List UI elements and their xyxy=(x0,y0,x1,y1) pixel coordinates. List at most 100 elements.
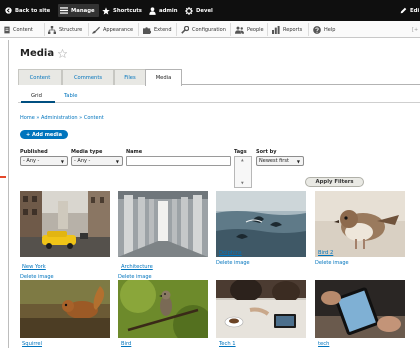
wrench-icon xyxy=(181,25,189,34)
manage-tab[interactable]: Manage xyxy=(58,4,99,17)
media-thumbnail-dolphins[interactable] xyxy=(216,191,306,257)
add-media-button[interactable]: + Add media xyxy=(20,130,68,139)
star-icon xyxy=(102,6,110,15)
document-icon xyxy=(4,26,10,34)
scroll-down-icon: ▼ xyxy=(241,181,244,185)
tray-edge-label: [+ xyxy=(412,26,419,33)
back-to-site-label: Back to site xyxy=(15,7,51,14)
tray-item-help[interactable]: Help xyxy=(313,24,335,35)
tags-select[interactable]: ▲ ▼ xyxy=(234,156,252,188)
chevron-down-icon: ▼ xyxy=(115,159,119,164)
tray-item-reports[interactable]: Reports xyxy=(272,24,302,35)
bar-chart-icon xyxy=(272,25,280,34)
media-thumbnail-tech-1[interactable] xyxy=(216,280,306,346)
shortcut-star-icon[interactable] xyxy=(58,49,68,58)
media-thumbnail-tech[interactable] xyxy=(315,280,405,346)
tab-content-label: Content xyxy=(29,74,51,81)
tray-label-extend: Extend xyxy=(154,26,172,33)
name-filter-label: Name xyxy=(126,149,143,155)
devel-label: Devel xyxy=(196,7,213,14)
tab-comments-label: Comments xyxy=(73,74,103,81)
user-label: admin xyxy=(159,7,178,14)
left-accent-marker xyxy=(0,176,6,178)
chevron-down-icon: ▼ xyxy=(60,159,64,164)
puzzle-icon xyxy=(143,26,151,34)
tray-item-structure[interactable]: Structure xyxy=(48,24,82,35)
help-icon xyxy=(313,25,321,34)
tab-table[interactable]: Table xyxy=(64,93,77,99)
tray-label-reports: Reports xyxy=(283,26,303,33)
tray-item-content[interactable]: Content xyxy=(4,24,33,35)
media-title-bird[interactable]: Bird xyxy=(121,341,131,347)
media-type-select[interactable]: - Any - ▼ xyxy=(71,156,123,166)
media-title-bird-2[interactable]: Bird 2 xyxy=(318,250,333,256)
tab-media-label: Media xyxy=(155,75,172,81)
back-to-site-link[interactable]: Back to site xyxy=(5,4,50,17)
tray-item-extend[interactable]: Extend xyxy=(143,24,172,35)
tray-separator xyxy=(230,23,231,36)
tray-separator xyxy=(267,23,268,36)
paintbrush-icon xyxy=(92,26,100,34)
apply-filters-button[interactable]: Apply Filters xyxy=(305,177,364,187)
breadcrumb[interactable]: Home » Administration » Content xyxy=(20,115,104,121)
tab-media[interactable]: Media xyxy=(145,69,182,86)
delete-image-link[interactable]: Delete image xyxy=(315,260,349,266)
media-title-tech[interactable]: tech xyxy=(318,341,329,347)
manage-label: Manage xyxy=(71,7,95,14)
chevron-down-icon: ▼ xyxy=(296,159,300,164)
published-select-value: - Any - xyxy=(23,158,40,164)
published-select[interactable]: - Any - ▼ xyxy=(20,156,68,166)
tray-separator xyxy=(308,23,309,36)
back-arrow-icon xyxy=(5,7,12,14)
devel-tab[interactable]: Devel xyxy=(185,4,213,17)
published-filter-label: Published xyxy=(20,149,48,155)
page-title-text: Media xyxy=(20,48,55,59)
media-title-new-york[interactable]: New York xyxy=(22,264,46,270)
tray-separator xyxy=(138,23,139,36)
media-thumbnail-bird[interactable] xyxy=(118,280,208,346)
admin-toolbar: Back to site Manage Shortcuts admin Deve… xyxy=(0,0,420,21)
tray-label-configuration: Configuration xyxy=(192,26,226,33)
tab-comments[interactable]: Comments xyxy=(62,69,114,85)
user-tab[interactable]: admin xyxy=(149,4,177,17)
delete-image-link[interactable]: Delete image xyxy=(216,260,250,266)
tray-item-configuration[interactable]: Configuration xyxy=(181,24,226,35)
tray-separator xyxy=(88,23,89,36)
media-title-architecture[interactable]: Architecture xyxy=(121,264,153,270)
tab-content[interactable]: Content xyxy=(18,69,62,85)
primary-tabs: Content Comments Files Media xyxy=(18,69,420,86)
sort-by-select[interactable]: Newest first ▼ xyxy=(256,156,304,166)
media-title-tech-1[interactable]: Tech 1 xyxy=(219,341,236,347)
menu-icon xyxy=(60,7,68,14)
tray-label-appearance: Appearance xyxy=(103,26,134,33)
name-input[interactable] xyxy=(126,156,231,166)
secondary-tabs: Grid Table xyxy=(18,90,420,103)
admin-menu-tray: Content Structure Appearance Extend Conf… xyxy=(0,21,420,38)
edit-tab[interactable]: Edi xyxy=(400,4,419,17)
tray-orientation-toggle[interactable]: [+ xyxy=(412,24,418,35)
tray-label-content: Content xyxy=(13,26,33,33)
media-thumbnail-bird-2[interactable] xyxy=(315,191,405,257)
media-title-dolphins[interactable]: Dolphins xyxy=(219,250,242,256)
media-thumbnail-new-york[interactable] xyxy=(20,191,110,257)
tray-item-people[interactable]: People xyxy=(235,24,264,35)
gear-icon xyxy=(185,6,193,15)
tab-files-label: Files xyxy=(124,74,136,81)
media-thumbnail-architecture[interactable] xyxy=(118,191,208,257)
scroll-up-icon: ▲ xyxy=(241,158,244,162)
user-icon xyxy=(149,6,156,15)
tray-item-appearance[interactable]: Appearance xyxy=(92,24,133,35)
edit-label: Edi xyxy=(410,7,420,14)
pencil-icon xyxy=(400,7,407,14)
media-type-filter-label: Media type xyxy=(71,149,103,155)
tags-filter-label: Tags xyxy=(234,149,247,155)
shortcuts-tab[interactable]: Shortcuts xyxy=(102,4,142,17)
tray-separator xyxy=(176,23,177,36)
tab-grid[interactable]: Grid xyxy=(31,93,42,99)
tray-separator xyxy=(44,23,45,36)
media-title-squirrel[interactable]: Squirrel xyxy=(22,341,42,347)
sitemap-icon xyxy=(48,25,56,34)
sort-by-select-value: Newest first xyxy=(259,158,289,164)
media-thumbnail-squirrel[interactable] xyxy=(20,280,110,346)
tab-files[interactable]: Files xyxy=(114,69,146,85)
